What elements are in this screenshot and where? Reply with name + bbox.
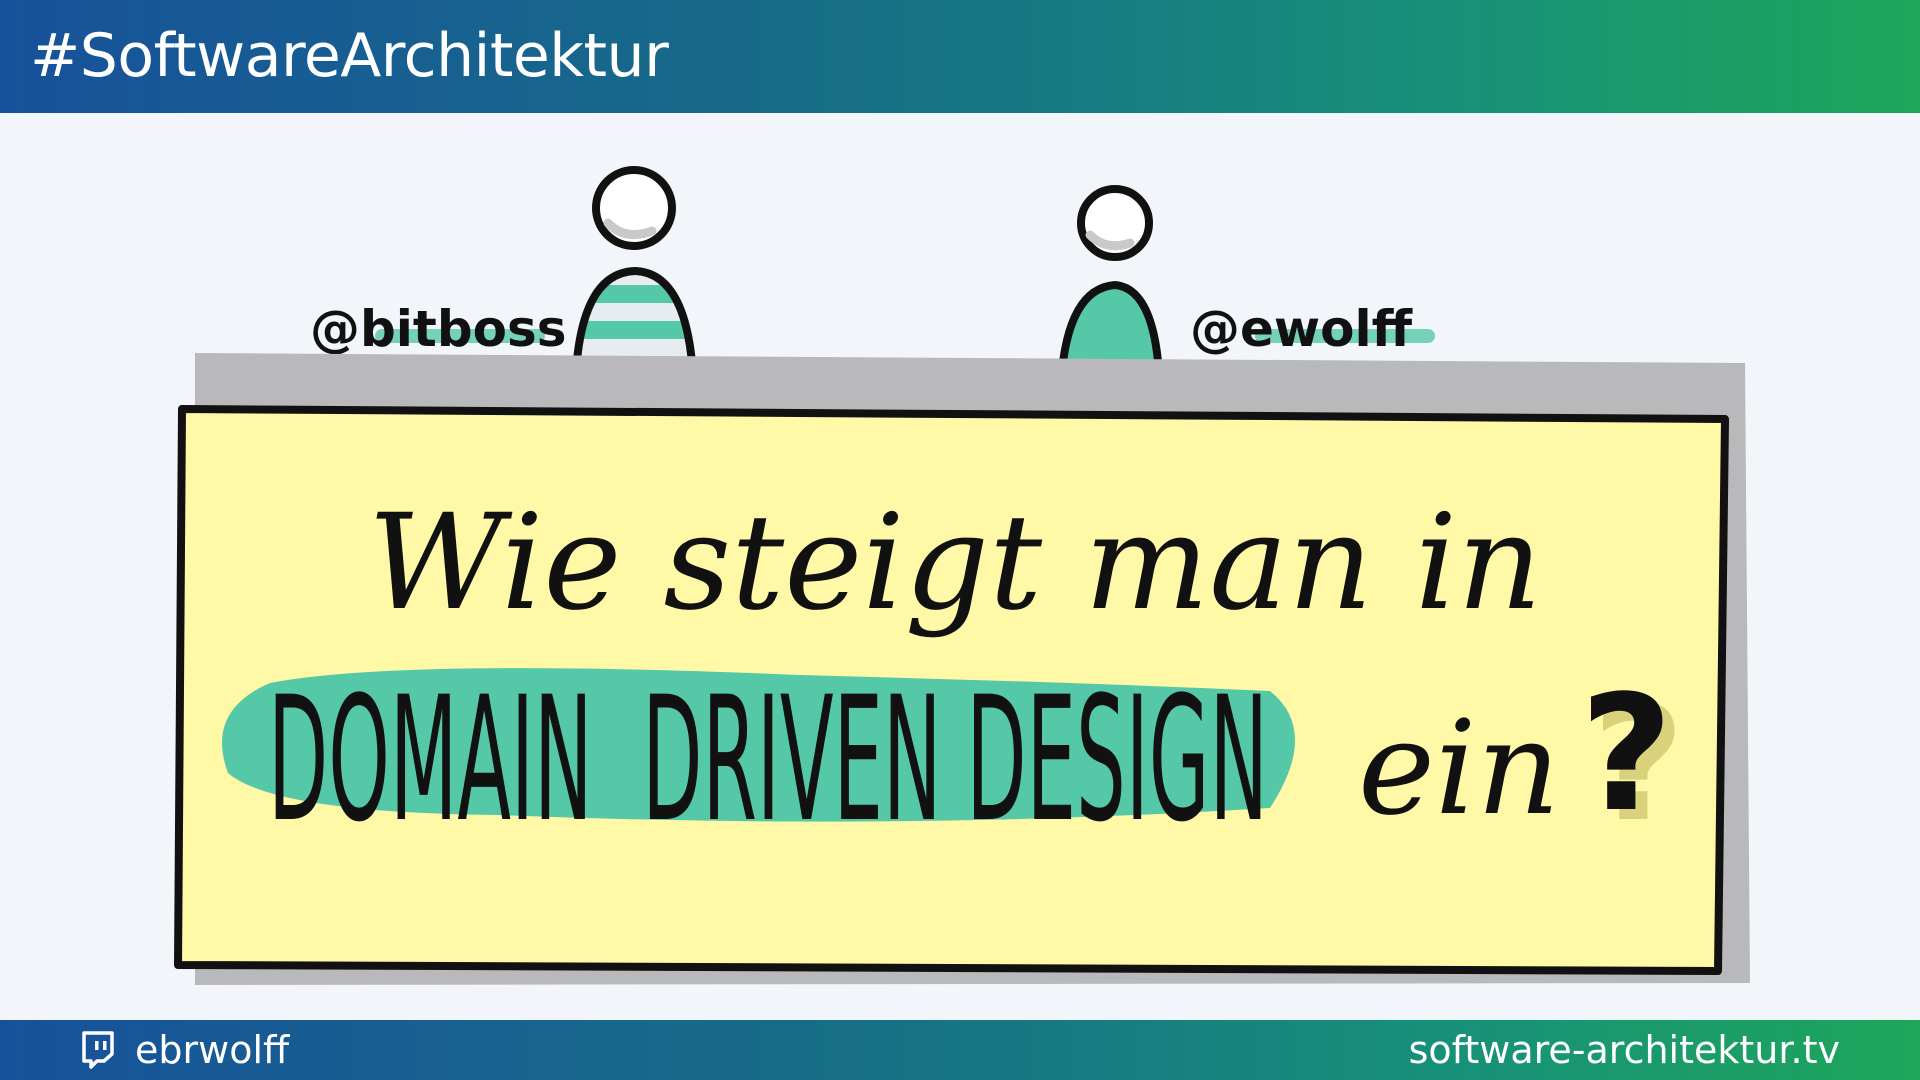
website-link[interactable]: software-architektur.tv (1409, 1026, 1840, 1074)
twitch-icon (82, 1031, 114, 1069)
twitch-handle[interactable]: ebrwolff (135, 1026, 289, 1074)
footer-bar: ebrwolff software-architektur.tv (0, 1020, 1920, 1080)
header-bar: #SoftwareArchitektur (0, 0, 1920, 113)
hashtag-title: #SoftwareArchitektur (30, 21, 669, 91)
title-suffix: ein (1358, 692, 1560, 844)
illustration: @bitboss @ewolff Wie steigt man in DOMAI… (0, 113, 1920, 1020)
handle-right: @ewolff (1190, 300, 1413, 358)
illustration-canvas: @bitboss @ewolff Wie steigt man in DOMAI… (174, 166, 1750, 985)
handle-left: @bitboss (310, 300, 567, 358)
title-line-1: Wie steigt man in (368, 486, 1542, 640)
title-highlight: DOMAIN DRIVEN DESIGN (268, 659, 1268, 860)
question-mark: ? (1580, 660, 1673, 847)
